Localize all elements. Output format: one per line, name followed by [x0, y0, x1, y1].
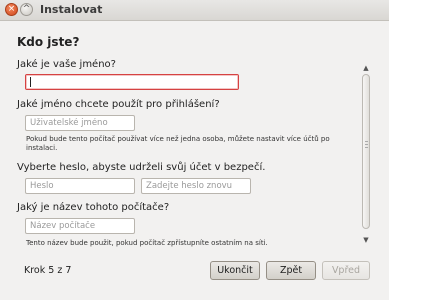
text-caret: [30, 77, 31, 87]
full-name-input[interactable]: [25, 74, 239, 90]
password-label: Vyberte heslo, abyste udrželi svůj účet …: [17, 162, 266, 173]
username-label: Jaké jméno chcete použít pro přihlášení?: [17, 99, 220, 110]
window-title: Instalovat: [40, 3, 103, 16]
computer-name-note: Tento název bude použit, pokud počítač z…: [26, 239, 268, 247]
vertical-scrollbar[interactable]: ▲ ▼: [361, 64, 371, 244]
close-window-button[interactable]: ×: [5, 3, 18, 16]
page-title: Kdo jste?: [17, 35, 80, 49]
computer-name-label: Jaký je název tohoto počítače?: [17, 202, 170, 213]
confirm-password-input[interactable]: [141, 178, 251, 194]
grip-line: [365, 147, 368, 148]
grip-line: [365, 141, 368, 142]
grip-line: [365, 144, 368, 145]
scroll-down-icon[interactable]: ▼: [361, 236, 371, 244]
scrollbar-thumb[interactable]: [362, 74, 370, 229]
close-icon: ×: [7, 4, 16, 14]
scroll-up-icon[interactable]: ▲: [361, 64, 371, 72]
step-indicator: Krok 5 z 7: [24, 265, 72, 276]
username-note: Pokud bude tento počítač používat více n…: [26, 135, 330, 152]
minimize-window-button[interactable]: ^: [20, 3, 33, 16]
back-button[interactable]: Zpět: [266, 261, 316, 280]
chevron-up-icon: ^: [22, 4, 31, 14]
installer-window: × ^ Instalovat Kdo jste? Jaké je vaše jm…: [0, 0, 389, 300]
computer-name-input[interactable]: [25, 218, 135, 234]
forward-button[interactable]: Vpřed: [322, 261, 370, 280]
username-input[interactable]: [25, 115, 135, 131]
title-bar: × ^ Instalovat: [0, 0, 389, 21]
full-name-label: Jaké je vaše jméno?: [17, 59, 116, 70]
quit-button[interactable]: Ukončit: [210, 261, 260, 280]
password-input[interactable]: [25, 178, 135, 194]
